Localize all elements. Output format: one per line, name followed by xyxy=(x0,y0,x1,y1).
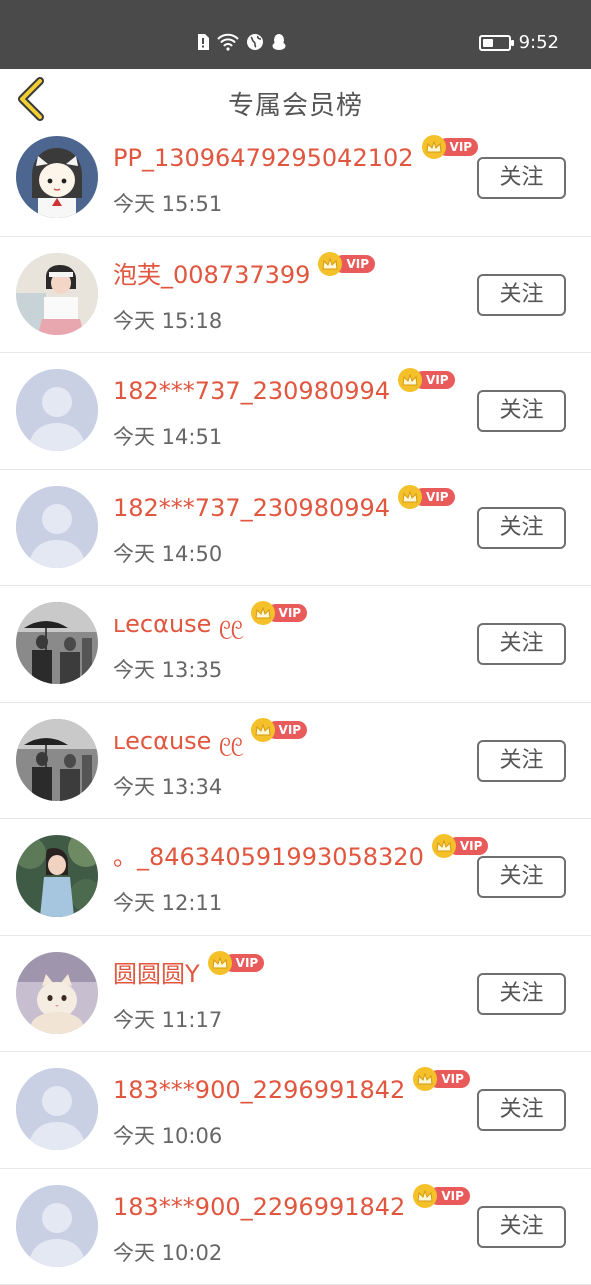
avatar[interactable] xyxy=(16,1185,98,1267)
member-row[interactable]: ʟecαuse ᧙᧙VIP今天 13:34关注 xyxy=(0,703,591,820)
join-time: 今天 15:51 xyxy=(113,188,222,218)
join-time: 今天 15:18 xyxy=(113,305,222,335)
username[interactable]: 183***900_2296991842 xyxy=(113,1076,405,1104)
status-bar: 9:52 xyxy=(0,0,591,69)
join-time: 今天 11:17 xyxy=(113,1004,222,1034)
wifi-icon xyxy=(217,33,239,51)
vip-badge: VIP xyxy=(398,369,455,391)
username[interactable]: 圆圆圆Y xyxy=(113,960,200,988)
username-line: ʟecαuse ᧙᧙VIP xyxy=(113,727,307,755)
crown-icon xyxy=(251,601,275,625)
member-row[interactable]: 183***900_2296991842VIP今天 10:02关注 xyxy=(0,1169,591,1285)
vip-badge: VIP xyxy=(251,719,308,741)
follow-button[interactable]: 关注 xyxy=(477,1089,566,1131)
vip-badge: VIP xyxy=(422,136,479,158)
username-line: 圆圆圆YVIP xyxy=(113,960,264,988)
join-time: 今天 14:50 xyxy=(113,538,222,568)
username-line: 183***900_2296991842VIP xyxy=(113,1193,470,1221)
username-line: ʟecαuse ᧙᧙VIP xyxy=(113,610,307,638)
avatar[interactable] xyxy=(16,486,98,568)
avatar[interactable] xyxy=(16,253,98,335)
username-line: PP_13096479295042102VIP xyxy=(113,144,478,172)
username[interactable]: 182***737_230980994 xyxy=(113,494,390,522)
username[interactable]: 183***900_2296991842 xyxy=(113,1193,405,1221)
follow-button[interactable]: 关注 xyxy=(477,507,566,549)
follow-button[interactable]: 关注 xyxy=(477,973,566,1015)
join-time: 今天 13:35 xyxy=(113,654,222,684)
vip-badge: VIP xyxy=(208,952,265,974)
vip-badge: VIP xyxy=(413,1068,470,1090)
vip-badge: VIP xyxy=(318,253,375,275)
vip-badge: VIP xyxy=(251,602,308,624)
follow-button[interactable]: 关注 xyxy=(477,390,566,432)
globe-icon xyxy=(246,33,264,51)
avatar[interactable] xyxy=(16,835,98,917)
sim-alert-icon xyxy=(196,33,210,51)
join-time: 今天 12:11 xyxy=(113,887,222,917)
username-line: 。_846340591993058320VIP xyxy=(113,843,488,871)
member-row[interactable]: 182***737_230980994VIP今天 14:51关注 xyxy=(0,353,591,470)
avatar[interactable] xyxy=(16,369,98,451)
crown-icon xyxy=(318,252,342,276)
member-row[interactable]: 183***900_2296991842VIP今天 10:06关注 xyxy=(0,1052,591,1169)
join-time: 今天 13:34 xyxy=(113,771,222,801)
member-row[interactable]: 182***737_230980994VIP今天 14:50关注 xyxy=(0,470,591,587)
username[interactable]: PP_13096479295042102 xyxy=(113,144,414,172)
join-time: 今天 10:06 xyxy=(113,1120,222,1150)
status-time: 9:52 xyxy=(519,32,559,53)
username[interactable]: ʟecαuse ᧙᧙ xyxy=(113,610,243,638)
crown-icon xyxy=(422,135,446,159)
member-row[interactable]: ʟecαuse ᧙᧙VIP今天 13:35关注 xyxy=(0,586,591,703)
username-line: 泡芙_008737399VIP xyxy=(113,261,375,289)
status-icons xyxy=(196,33,287,51)
username[interactable]: 泡芙_008737399 xyxy=(113,261,310,289)
crown-icon xyxy=(398,485,422,509)
username[interactable]: ʟecαuse ᧙᧙ xyxy=(113,727,243,755)
follow-button[interactable]: 关注 xyxy=(477,274,566,316)
join-time: 今天 14:51 xyxy=(113,421,222,451)
avatar[interactable] xyxy=(16,1068,98,1150)
avatar[interactable] xyxy=(16,719,98,801)
member-row[interactable]: PP_13096479295042102VIP今天 15:51关注 xyxy=(0,120,591,237)
crown-icon xyxy=(251,718,275,742)
qq-penguin-icon xyxy=(271,33,287,51)
username-line: 182***737_230980994VIP xyxy=(113,494,455,522)
crown-icon xyxy=(398,368,422,392)
crown-icon xyxy=(208,951,232,975)
status-right: 9:52 xyxy=(479,32,559,53)
avatar[interactable] xyxy=(16,136,98,218)
follow-button[interactable]: 关注 xyxy=(477,157,566,199)
avatar[interactable] xyxy=(16,952,98,1034)
username-line: 183***900_2296991842VIP xyxy=(113,1076,470,1104)
member-list: PP_13096479295042102VIP今天 15:51关注泡芙_0087… xyxy=(0,120,591,1285)
join-time: 今天 10:02 xyxy=(113,1237,222,1267)
member-row[interactable]: 圆圆圆YVIP今天 11:17关注 xyxy=(0,936,591,1053)
member-row[interactable]: 泡芙_008737399VIP今天 15:18关注 xyxy=(0,237,591,354)
follow-button[interactable]: 关注 xyxy=(477,623,566,665)
username[interactable]: 。_846340591993058320 xyxy=(113,843,424,871)
follow-button[interactable]: 关注 xyxy=(477,1206,566,1248)
follow-button[interactable]: 关注 xyxy=(477,740,566,782)
member-row[interactable]: 。_846340591993058320VIP今天 12:11关注 xyxy=(0,819,591,936)
vip-badge: VIP xyxy=(398,486,455,508)
avatar[interactable] xyxy=(16,602,98,684)
vip-badge: VIP xyxy=(432,835,489,857)
vip-badge: VIP xyxy=(413,1185,470,1207)
username[interactable]: 182***737_230980994 xyxy=(113,377,390,405)
crown-icon xyxy=(413,1067,437,1091)
crown-icon xyxy=(432,834,456,858)
follow-button[interactable]: 关注 xyxy=(477,856,566,898)
username-line: 182***737_230980994VIP xyxy=(113,377,455,405)
crown-icon xyxy=(413,1184,437,1208)
battery-icon xyxy=(479,35,511,51)
page-title: 专属会员榜 xyxy=(0,85,591,122)
